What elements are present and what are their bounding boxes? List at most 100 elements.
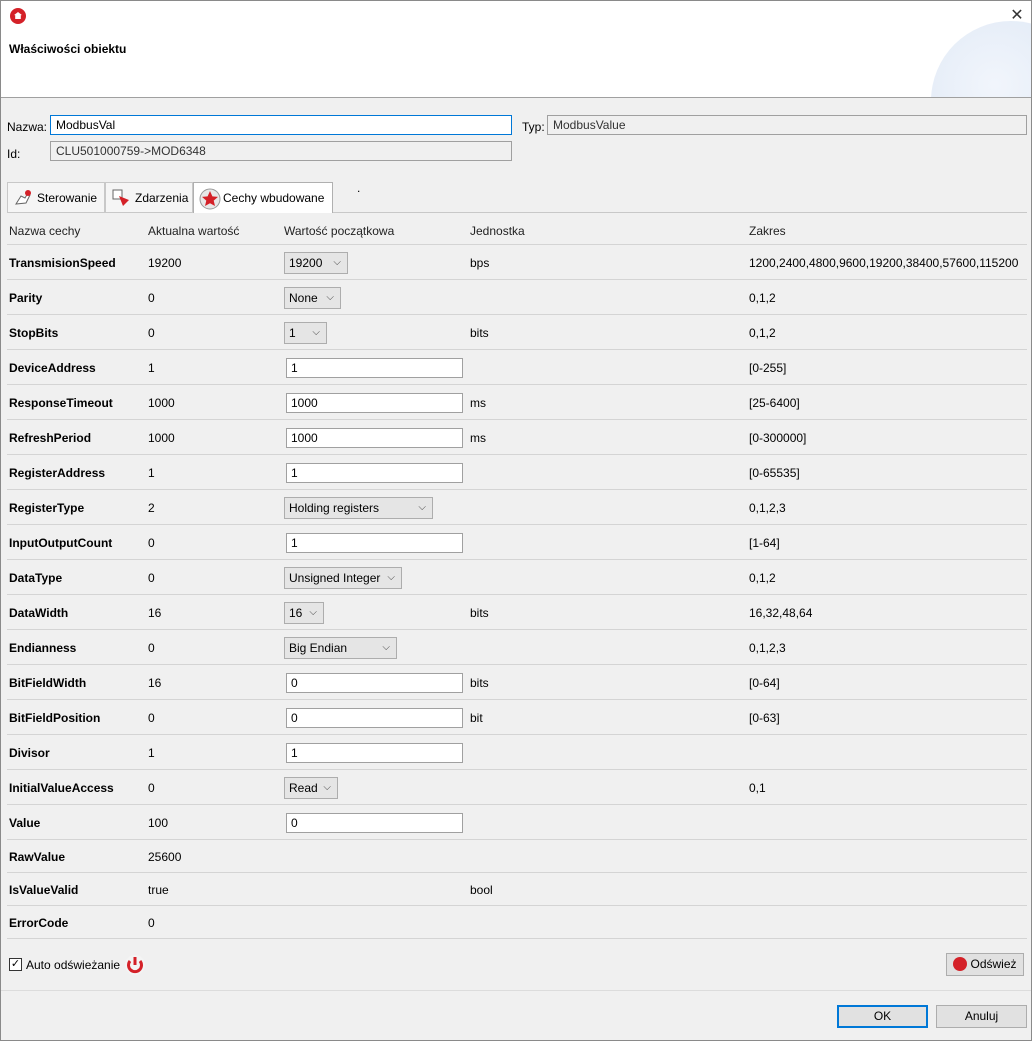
chevron-down-icon: ⌵ xyxy=(333,257,341,268)
unit: bits xyxy=(470,606,489,620)
select-value: Unsigned Integer xyxy=(289,571,381,585)
footer-divider xyxy=(1,990,1031,991)
table-row: RawValue 25600 xyxy=(7,840,1027,873)
range: [25-6400] xyxy=(749,396,800,410)
property-name: StopBits xyxy=(9,326,59,340)
table-row: ResponseTimeout 1000 ms [25-6400] xyxy=(7,385,1027,420)
initial-value-select[interactable]: 19200 ⌵ xyxy=(284,252,348,274)
current-value: 0 xyxy=(148,291,155,305)
star-icon xyxy=(199,188,221,210)
current-value: 100 xyxy=(148,816,169,830)
tab-label: Cechy wbudowane xyxy=(223,191,325,205)
range: 0,1,2 xyxy=(749,326,776,340)
dialog-title: Właściwości obiektu xyxy=(9,42,127,56)
chevron-down-icon: ⌵ xyxy=(326,292,334,303)
current-value: 0 xyxy=(148,571,155,585)
initial-value-input[interactable] xyxy=(286,813,463,833)
initial-value-select[interactable]: None ⌵ xyxy=(284,287,341,309)
name-label: Nazwa: xyxy=(7,120,48,134)
initial-value-input[interactable] xyxy=(286,428,463,448)
unit: bps xyxy=(470,256,490,270)
initial-value-select[interactable]: Big Endian ⌵ xyxy=(284,637,397,659)
property-name: Endianness xyxy=(9,641,77,655)
initial-value-input[interactable] xyxy=(286,393,463,413)
property-name: Value xyxy=(9,816,41,830)
header-initial: Wartość początkowa xyxy=(284,224,395,238)
range: 0,1 xyxy=(749,781,766,795)
select-value: Big Endian xyxy=(289,641,348,655)
range: 0,1,2,3 xyxy=(749,501,786,515)
current-value: 0 xyxy=(148,536,155,550)
table-row: Divisor 1 xyxy=(7,735,1027,770)
header-name: Nazwa cechy xyxy=(9,224,81,238)
property-name: RefreshPeriod xyxy=(9,431,92,445)
tab-sterowanie[interactable]: Sterowanie xyxy=(7,182,105,212)
header-decoration xyxy=(931,21,1031,97)
app-home-icon xyxy=(10,8,26,24)
initial-value-select[interactable]: Unsigned Integer ⌵ xyxy=(284,567,402,589)
table-row: DataType 0 0,1,2 Unsigned Integer ⌵ xyxy=(7,560,1027,595)
close-icon[interactable]: ✕ xyxy=(1007,6,1027,26)
refresh-button[interactable]: Odśwież xyxy=(946,953,1024,976)
property-name: IsValueValid xyxy=(9,883,79,897)
table-row: RegisterAddress 1 [0-65535] xyxy=(7,455,1027,490)
current-value: 0 xyxy=(148,711,155,725)
properties-dialog: ✕ Właściwości obiektu Nazwa: Typ: Id: St… xyxy=(0,0,1032,1041)
initial-value-input[interactable] xyxy=(286,358,463,378)
range: [0-255] xyxy=(749,361,787,375)
tab-strip-dot: . xyxy=(357,181,361,195)
tab-cechy-wbudowane[interactable]: Cechy wbudowane xyxy=(193,182,333,213)
unit: ms xyxy=(470,431,486,445)
range: 16,32,48,64 xyxy=(749,606,813,620)
property-name: InitialValueAccess xyxy=(9,781,114,795)
header-unit: Jednostka xyxy=(470,224,525,238)
type-field xyxy=(547,115,1027,135)
property-name: ResponseTimeout xyxy=(9,396,113,410)
initial-value-select[interactable]: 1 ⌵ xyxy=(284,322,327,344)
table-row: Endianness 0 0,1,2,3 Big Endian ⌵ xyxy=(7,630,1027,665)
initial-value-select[interactable]: Read ⌵ xyxy=(284,777,338,799)
initial-value-input[interactable] xyxy=(286,533,463,553)
table-row: DataWidth 16 bits 16,32,48,64 16 ⌵ xyxy=(7,595,1027,630)
refresh-power-icon xyxy=(124,954,146,976)
range: 1200,2400,4800,9600,19200,38400,57600,11… xyxy=(749,256,1019,270)
initial-value-input[interactable] xyxy=(286,708,463,728)
property-name: TransmisionSpeed xyxy=(9,256,116,270)
property-name: RawValue xyxy=(9,850,66,864)
events-icon xyxy=(111,188,131,208)
dialog-header: ✕ Właściwości obiektu xyxy=(1,1,1031,98)
property-name: BitFieldWidth xyxy=(9,676,87,690)
chevron-down-icon: ⌵ xyxy=(418,502,426,513)
property-name: DataType xyxy=(9,571,63,585)
current-value: 0 xyxy=(148,326,155,340)
table-row: DeviceAddress 1 [0-255] xyxy=(7,350,1027,385)
initial-value-input[interactable] xyxy=(286,673,463,693)
range: [0-65535] xyxy=(749,466,800,480)
property-name: Divisor xyxy=(9,746,50,760)
property-name: RegisterType xyxy=(9,501,85,515)
range: [0-63] xyxy=(749,711,780,725)
chevron-down-icon: ⌵ xyxy=(323,782,331,793)
table-row: Parity 0 0,1,2 None ⌵ xyxy=(7,280,1027,315)
current-value: 2 xyxy=(148,501,155,515)
initial-value-select[interactable]: 16 ⌵ xyxy=(284,602,324,624)
table-row: TransmisionSpeed 19200 bps 1200,2400,4800,9… xyxy=(7,245,1027,280)
auto-refresh-label: Auto odświeżanie xyxy=(26,958,121,972)
table-row: StopBits 0 bits 0,1,2 1 ⌵ xyxy=(7,315,1027,350)
initial-value-input[interactable] xyxy=(286,463,463,483)
ok-button[interactable]: OK xyxy=(837,1005,928,1028)
cancel-button[interactable]: Anuluj xyxy=(936,1005,1027,1028)
table-row: RefreshPeriod 1000 ms [0-300000] xyxy=(7,420,1027,455)
tab-label: Zdarzenia xyxy=(135,190,189,205)
initial-value-input[interactable] xyxy=(286,743,463,763)
current-value: 16 xyxy=(148,676,162,690)
property-name: InputOutputCount xyxy=(9,536,113,550)
initial-value-select[interactable]: Holding registers ⌵ xyxy=(284,497,433,519)
unit: bits xyxy=(470,326,489,340)
name-input[interactable] xyxy=(50,115,512,135)
auto-refresh-checkbox[interactable]: ✓ xyxy=(9,958,22,971)
tab-zdarzenia[interactable]: Zdarzenia xyxy=(105,182,193,212)
select-value: None xyxy=(289,291,318,305)
current-value: 1 xyxy=(148,746,155,760)
tab-label: Sterowanie xyxy=(37,190,98,205)
